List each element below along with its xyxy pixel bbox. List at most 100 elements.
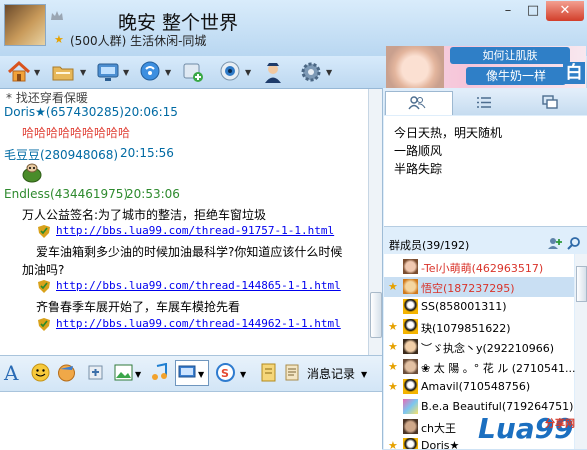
message-text: 万人公益签名:为了城市的整洁，拒绝车窗垃圾: [22, 208, 267, 222]
message-history-icon[interactable]: [284, 363, 301, 382]
member-name: SS(858001311): [421, 300, 507, 313]
member-row[interactable]: -Tel小萌萌(462963517): [384, 257, 574, 277]
avatar: [403, 259, 418, 274]
avatar: [403, 419, 418, 434]
turtle-emoticon: [22, 163, 42, 183]
screen-share-icon[interactable]: [95, 59, 121, 85]
svg-text:S: S: [221, 367, 229, 380]
video-camera-icon[interactable]: [217, 59, 243, 85]
star-icon: ★: [388, 439, 398, 449]
chevron-down-icon[interactable]: ▼: [240, 370, 246, 379]
home-icon[interactable]: [6, 59, 32, 85]
member-name: Doris★: [421, 439, 460, 449]
add-app-icon[interactable]: [180, 59, 206, 85]
message-link[interactable]: http://bbs.lua99.com/thread-91757-1-1.ht…: [56, 224, 334, 237]
shake-icon[interactable]: [86, 363, 105, 382]
member-name: ︶ゞ执念丶y(292210966): [421, 342, 555, 355]
group-avatar[interactable]: [4, 4, 46, 46]
search-icon[interactable]: [567, 236, 581, 250]
chat-scroll-thumb[interactable]: [370, 292, 382, 338]
chevron-down-icon[interactable]: ▼: [361, 370, 367, 379]
magic-emoticon-icon[interactable]: [57, 363, 76, 382]
message-sender[interactable]: Doris★(657430285): [4, 105, 124, 119]
member-row[interactable]: ★ ❀ 太 陽 。° 花 ル (2710541...: [384, 357, 576, 377]
message-history-button[interactable]: 消息记录: [307, 365, 355, 382]
star-icon: ★: [388, 320, 398, 333]
message-sender[interactable]: 毛豆豆(280948068): [4, 146, 118, 163]
shield-icon: [38, 318, 50, 331]
list-icon: [477, 97, 491, 108]
member-name: 玦(1079851622): [421, 322, 511, 335]
chevron-down-icon[interactable]: ▼: [123, 68, 129, 77]
message-link[interactable]: http://bbs.lua99.com/thread-144865-1-1.h…: [56, 279, 341, 292]
avatar: [403, 359, 418, 374]
chevron-down-icon[interactable]: ▼: [80, 68, 86, 77]
soso-icon[interactable]: S: [216, 363, 235, 382]
message-time: 20:06:15: [124, 105, 178, 119]
member-row[interactable]: ★ Amavil(710548756): [384, 377, 574, 397]
gear-icon[interactable]: [298, 59, 324, 85]
maximize-button[interactable]: □: [521, 1, 545, 21]
ad-image: [386, 46, 444, 88]
member-name: ❀ 太 陽 。° 花 ル (2710541...: [421, 362, 576, 375]
chevron-down-icon[interactable]: ▼: [135, 370, 141, 379]
image-icon[interactable]: [114, 364, 133, 381]
voice-chat-icon[interactable]: [137, 59, 163, 85]
windows-icon: [542, 95, 558, 109]
ad-text-line1: 如何让肌肤: [450, 47, 570, 64]
chevron-down-icon[interactable]: ▼: [165, 68, 171, 77]
message-text: 加油吗?: [22, 263, 65, 277]
minimize-button[interactable]: –: [496, 1, 520, 21]
chevron-down-icon[interactable]: ▼: [245, 68, 251, 77]
close-button[interactable]: ✕: [546, 1, 584, 21]
star-icon: ★: [388, 360, 398, 373]
avatar: [403, 299, 418, 314]
avatar: [403, 438, 418, 449]
avatar: [403, 379, 418, 394]
member-row[interactable]: SS(858001311): [384, 297, 574, 317]
notebook-icon[interactable]: [260, 363, 278, 382]
folder-icon[interactable]: [50, 59, 76, 85]
member-row[interactable]: ★ 悟空(187237295): [384, 277, 574, 297]
message-text: 爱车油箱剩多少油的时候加油最科学?你知道应该什么时候: [36, 245, 343, 259]
emoji-icon[interactable]: [31, 363, 50, 382]
message-text: * 找还穿看保暖: [6, 91, 88, 105]
star-icon: ★: [388, 280, 398, 293]
add-member-icon[interactable]: [547, 236, 563, 250]
star-icon: ★: [388, 340, 398, 353]
group-notice: 今日天热，明天随机 一路顺风 半路失踪: [384, 116, 587, 227]
watermark-suffix: 分享网: [545, 419, 575, 430]
member-name: 悟空(187237295): [421, 282, 515, 295]
notice-line: 半路失踪: [394, 162, 443, 176]
message-time: 20:15:56: [120, 146, 174, 160]
message-text: 哈哈哈哈哈哈哈哈哈: [22, 126, 131, 140]
star-icon: ★: [388, 380, 398, 393]
avatar: [403, 339, 418, 354]
ad-text-line2: 像牛奶一样: [466, 67, 566, 85]
chevron-down-icon[interactable]: ▼: [326, 68, 332, 77]
shield-icon: [38, 280, 50, 293]
group-title: 晚安 整个世界: [118, 12, 239, 34]
chevron-down-icon[interactable]: ▼: [198, 370, 204, 379]
shield-icon: [38, 225, 50, 238]
music-icon[interactable]: [150, 363, 169, 382]
members-scroll-thumb[interactable]: [576, 266, 587, 302]
member-name: ch大王: [421, 422, 457, 435]
police-icon[interactable]: [260, 59, 286, 85]
star-icon: ★: [54, 33, 64, 46]
notice-line: 今日天热，明天随机: [394, 126, 503, 140]
member-row[interactable]: ★ 玦(1079851622): [384, 317, 574, 337]
message-link[interactable]: http://bbs.lua99.com/thread-144962-1-1.h…: [56, 317, 341, 330]
screenshot-icon: [178, 365, 196, 378]
message-sender[interactable]: Endless(434461975): [4, 187, 128, 201]
crown-icon: [51, 11, 63, 20]
message-input[interactable]: [0, 391, 382, 450]
chat-history[interactable]: * 找还穿看保暖 Doris★(657430285) 20:06:15 哈哈哈哈…: [0, 89, 369, 355]
font-icon[interactable]: A: [4, 361, 18, 385]
member-name: Amavil(710548756): [421, 380, 531, 393]
member-row[interactable]: ★ ︶ゞ执念丶y(292210966): [384, 337, 574, 357]
avatar: [403, 399, 418, 414]
chevron-down-icon[interactable]: ▼: [34, 68, 40, 77]
ad-badge: 白: [563, 62, 585, 84]
message-text: 齐鲁春季车展开始了，车展车模抢先看: [36, 300, 241, 314]
